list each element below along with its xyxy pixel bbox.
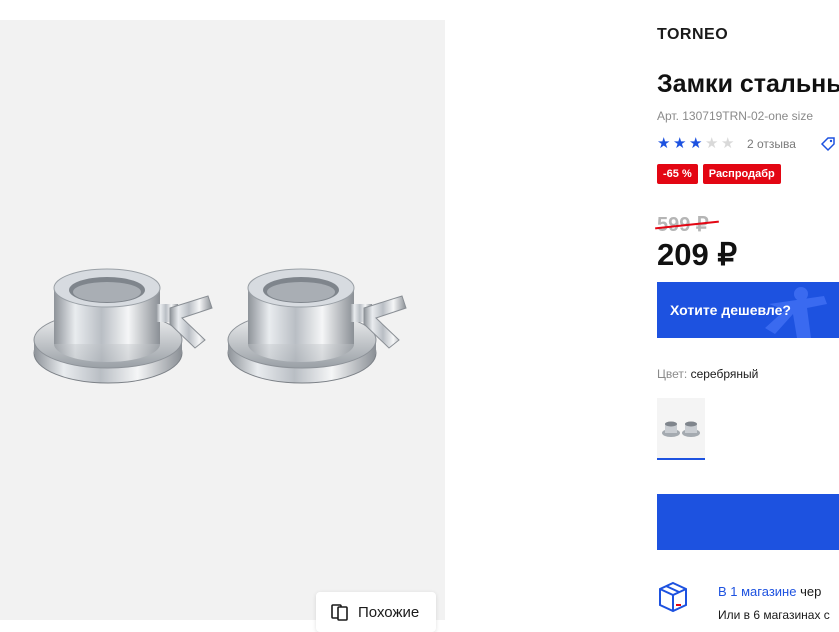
star-icon: ★ [705,135,719,152]
product-gallery: Похожие [0,20,445,632]
current-price: 209 ₽ [657,237,738,272]
star-icon: ★ [673,135,687,152]
store-availability: В 1 магазине чер [718,584,821,599]
sale-badge: Распродабр [702,164,781,184]
color-swatch[interactable] [657,398,705,460]
store-rest: чер [796,584,822,599]
product-image[interactable] [30,258,420,408]
product-title: Замки стальны [657,70,839,98]
star-icon: ★ [689,135,703,152]
store-link[interactable]: В 1 магазине [718,584,796,599]
color-value: серебряный [690,367,759,381]
similar-button[interactable]: Похожие [316,592,436,632]
brand-link[interactable]: TORNEO [657,26,728,44]
similar-label: Похожие [358,603,420,621]
store-sub: Или в 6 магазинах с [718,608,830,622]
old-price: 599 ₽ [655,212,719,237]
similar-icon [331,604,348,621]
reviews-link[interactable]: 2 отзыва [747,137,796,151]
cheaper-label: Хотите дешевле? [670,302,791,318]
price-tag-icon[interactable] [820,136,836,152]
star-icon: ★ [657,135,671,152]
star-icon: ★ [721,135,735,152]
cheaper-banner[interactable]: Хотите дешевле? [657,282,839,338]
color-row: Цвет: серебряный [657,367,758,381]
product-sku: Арт. 130719TRN-02-one size [657,109,813,123]
badges: -65 % Распродабр [657,164,781,184]
rating[interactable]: ★ ★ ★ ★ ★ 2 отзыва [657,136,836,152]
discount-badge: -65 % [657,164,698,184]
color-key: Цвет: [657,367,688,381]
box-icon [659,581,687,613]
swatch-thumbnail [662,421,700,437]
add-to-cart-button[interactable] [657,494,839,550]
